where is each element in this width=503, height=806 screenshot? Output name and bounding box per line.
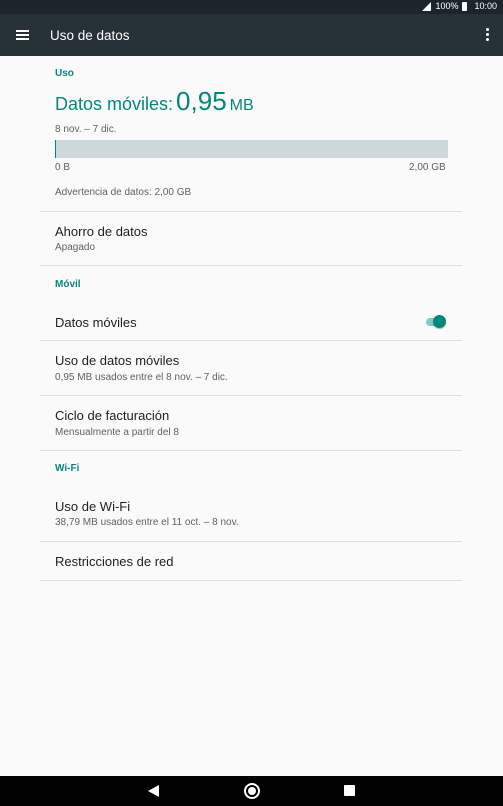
mobile-data-summary: Datos móviles: 0,95 MB [55, 86, 254, 117]
mobile-data-toggle-label: Datos móviles [55, 315, 137, 330]
home-icon[interactable] [244, 783, 260, 799]
mobile-data-usage-row[interactable] [40, 341, 462, 395]
mobile-data-summary-value: 0,95 [176, 86, 227, 116]
more-vert-icon[interactable] [485, 28, 489, 42]
menu-icon[interactable] [16, 30, 29, 40]
mobile-data-usage-subtitle: 0,95 MB usados entre el 8 nov. – 7 dic. [55, 372, 228, 383]
mobile-data-usage-title: Uso de datos móviles [55, 353, 180, 368]
section-label-wifi: Wi-Fi [55, 463, 80, 474]
app-bar: Uso de datos [0, 14, 503, 56]
navigation-bar [0, 776, 503, 806]
usage-period: 8 nov. – 7 dic. [55, 124, 117, 135]
mobile-data-summary-unit: MB [229, 97, 254, 114]
divider [40, 450, 462, 451]
mobile-data-summary-label: Datos móviles: [55, 94, 174, 114]
billing-cycle-subtitle: Mensualmente a partir del 8 [55, 427, 179, 438]
billing-cycle-title: Ciclo de facturación [55, 408, 170, 423]
page-title: Uso de datos [50, 28, 130, 43]
back-icon[interactable] [148, 785, 159, 797]
mobile-data-toggle[interactable] [426, 315, 446, 329]
battery-icon [462, 1, 468, 11]
divider [40, 580, 462, 581]
status-bar: 100% 10:00 [0, 0, 503, 14]
data-warning-text: Advertencia de datos: 2,00 GB [55, 187, 192, 198]
divider [40, 265, 462, 266]
toggle-thumb [433, 315, 446, 328]
battery-percent: 100% [435, 1, 459, 11]
status-time: 10:00 [474, 1, 497, 11]
data-saver-title: Ahorro de datos [55, 224, 148, 239]
wifi-usage-title: Uso de Wi-Fi [55, 499, 131, 514]
section-label-movil: Móvil [55, 279, 81, 290]
status-bar-right: 100% 10:00 [422, 1, 497, 11]
bar-min-label: 0 B [55, 162, 71, 173]
network-restrictions-title: Restricciones de red [55, 554, 174, 569]
signal-icon [422, 1, 432, 11]
recents-icon[interactable] [344, 785, 355, 796]
bar-max-label: 2,00 GB [409, 162, 446, 173]
section-label-uso: Uso [55, 68, 74, 79]
data-saver-subtitle: Apagado [55, 242, 96, 253]
wifi-usage-subtitle: 38,79 MB usados entre el 11 oct. – 8 nov… [55, 517, 239, 528]
usage-progress-bar [55, 140, 448, 158]
billing-cycle-row[interactable] [40, 396, 462, 450]
